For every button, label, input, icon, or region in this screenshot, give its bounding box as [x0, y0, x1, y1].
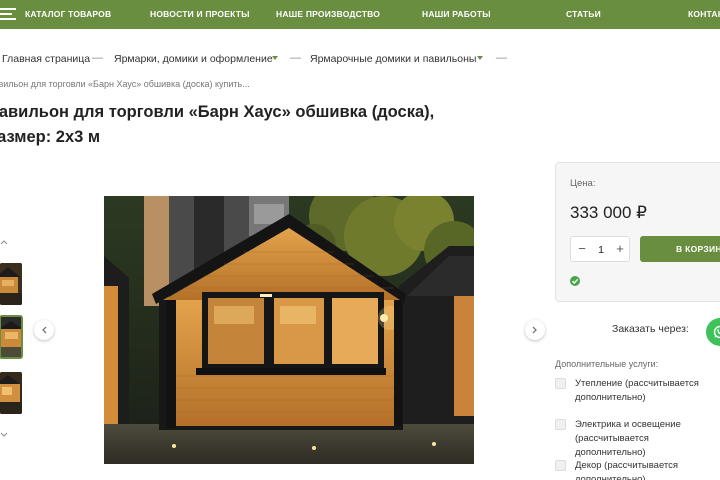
quantity-minus-button[interactable]: − — [575, 242, 589, 256]
menu-icon[interactable] — [0, 8, 16, 20]
services-label: Дополнительные услуги: — [555, 359, 659, 369]
service-item-label: Утепление (рассчитывается дополнительно) — [575, 378, 699, 403]
breadcrumb-separator: — — [290, 52, 301, 64]
whatsapp-icon[interactable] — [706, 318, 720, 346]
service-item-label: Электрика и освещение (рассчитывается до… — [575, 419, 681, 458]
service-checkbox[interactable] — [555, 419, 566, 430]
price-value: 333 000 ₽ — [570, 203, 647, 222]
page-title-line2: размер: 2х3 м — [0, 128, 101, 146]
quantity-plus-button[interactable]: + — [613, 242, 627, 256]
nav-item-catalog[interactable]: КАТАЛОГ ТОВАРОВ — [25, 9, 111, 19]
breadcrumb-fairs[interactable]: Ярмарки, домики и оформление — [114, 53, 273, 65]
page-title: Павильон для торговли «Барн Хаус» обшивк… — [0, 100, 520, 150]
nav-item-articles[interactable]: СТАТЬИ — [566, 9, 601, 19]
nav-item-production[interactable]: НАШЕ ПРОИЗВОДСТВО — [276, 9, 380, 19]
chevron-down-icon[interactable] — [0, 432, 8, 440]
breadcrumb-pavilions[interactable]: Ярмарочные домики и павильоны — [310, 53, 476, 65]
breadcrumb-separator: — — [92, 52, 103, 64]
order-via-label: Заказать через: — [612, 323, 689, 335]
service-item-label: Декор (рассчитывается дополнительно) — [575, 460, 679, 480]
add-to-cart-button[interactable]: В КОРЗИНУ — [640, 236, 720, 262]
nav-item-works[interactable]: НАШИ РАБОТЫ — [422, 9, 491, 19]
service-checkbox[interactable] — [555, 378, 566, 389]
breadcrumb-home[interactable]: Главная страница — [2, 53, 90, 65]
chevron-left-icon[interactable] — [34, 320, 54, 340]
check-icon — [570, 276, 580, 286]
quantity-stepper: − 1 + — [570, 236, 630, 262]
service-checkbox[interactable] — [555, 460, 566, 471]
nav-item-contacts[interactable]: КОНТАКТЫ — [688, 9, 720, 19]
quantity-input[interactable]: 1 — [593, 244, 609, 256]
chevron-down-icon[interactable] — [272, 56, 278, 60]
purchase-card: Цена: 333 000 ₽ − 1 + В КОРЗИНУ — [555, 162, 720, 302]
chevron-down-icon[interactable] — [477, 56, 483, 60]
product-image[interactable] — [104, 196, 474, 464]
page-title-line1: Павильон для торговли «Барн Хаус» обшивк… — [0, 103, 435, 121]
price-label: Цена: — [570, 178, 596, 189]
top-navigation: КАТАЛОГ ТОВАРОВ НОВОСТИ И ПРОЕКТЫ НАШЕ П… — [0, 0, 720, 29]
chevron-right-icon[interactable] — [525, 320, 545, 340]
thumbnail-image[interactable] — [0, 263, 22, 305]
thumbnail-image-active[interactable] — [0, 316, 22, 358]
thumbnail-image[interactable] — [0, 372, 22, 414]
breadcrumb-current: Павильон для торговли «Барн Хаус» обшивк… — [0, 79, 250, 89]
chevron-up-icon[interactable] — [0, 239, 8, 247]
breadcrumb-separator: — — [496, 52, 507, 64]
nav-item-news[interactable]: НОВОСТИ И ПРОЕКТЫ — [150, 9, 250, 19]
